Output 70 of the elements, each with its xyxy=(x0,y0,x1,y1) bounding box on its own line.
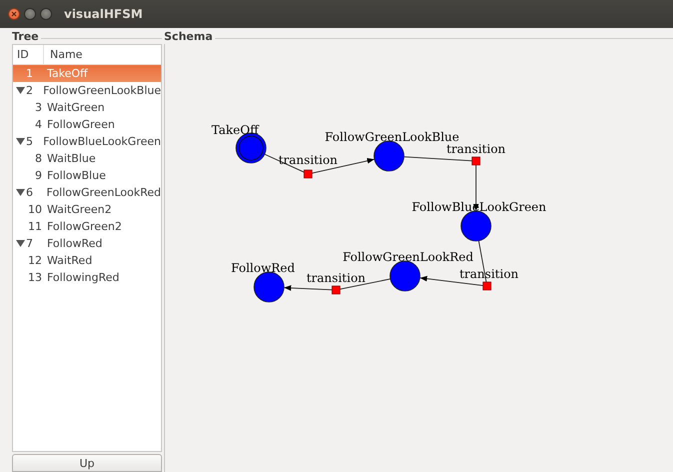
expanded-arrow-icon[interactable] xyxy=(16,138,25,145)
row-id: 11 xyxy=(28,220,42,233)
state-node[interactable] xyxy=(236,132,266,164)
tree-row[interactable]: 13 FollowingRed xyxy=(13,269,161,286)
edge-line xyxy=(404,156,472,162)
state-label: TakeOff xyxy=(212,123,258,137)
transition-node[interactable] xyxy=(332,286,340,294)
row-name: FollowGreen2 xyxy=(46,220,122,233)
row-name: FollowRed xyxy=(46,237,102,250)
state-node[interactable] xyxy=(254,272,284,302)
row-name: WaitGreen xyxy=(46,101,105,114)
close-icon xyxy=(11,11,17,17)
row-id: 3 xyxy=(35,101,42,114)
transition-node[interactable] xyxy=(482,282,492,290)
transition-node[interactable] xyxy=(472,156,480,166)
row-id: 10 xyxy=(28,203,42,216)
maximize-button[interactable] xyxy=(40,8,52,20)
tree-row[interactable]: 7 FollowRed xyxy=(13,235,161,252)
row-id: 2 xyxy=(26,84,33,97)
row-id: 8 xyxy=(35,152,42,165)
tree-row[interactable]: 8 WaitBlue xyxy=(13,150,161,167)
edge-arrow xyxy=(284,285,332,291)
row-id: 4 xyxy=(35,118,42,131)
state-label: FollowGreenLookBlue xyxy=(324,130,460,144)
transition-label: transition xyxy=(446,142,506,156)
tree-row[interactable]: 12 WaitRed xyxy=(13,252,161,269)
tree-row[interactable]: 11 FollowGreen2 xyxy=(13,218,161,235)
row-name: WaitRed xyxy=(46,254,92,267)
state-node[interactable] xyxy=(460,210,492,242)
state-label: FollowRed xyxy=(231,261,295,275)
minimize-button[interactable] xyxy=(24,8,36,20)
group-title: Schema xyxy=(164,30,213,44)
window-title: visualHFSM xyxy=(64,7,143,21)
expanded-arrow-icon[interactable] xyxy=(16,87,25,94)
transition-label: transition xyxy=(306,271,366,285)
row-name: WaitBlue xyxy=(46,152,96,165)
row-name: FollowBlue xyxy=(46,169,106,182)
row-name: FollowGreenLookBlue xyxy=(42,84,161,97)
expanded-arrow-icon[interactable] xyxy=(16,240,25,247)
row-name: FollowGreen xyxy=(46,118,115,131)
row-id: 1 xyxy=(26,67,33,80)
tree-row[interactable]: 10 WaitGreen2 xyxy=(13,201,161,218)
row-name: WaitGreen2 xyxy=(46,203,112,216)
row-id: 13 xyxy=(28,271,42,284)
row-name: FollowGreenLookRed xyxy=(46,186,161,199)
row-name: FollowBlueLookGreen xyxy=(42,135,161,148)
row-id: 9 xyxy=(35,169,42,182)
row-id: 7 xyxy=(26,237,33,250)
up-button[interactable]: Up xyxy=(12,454,162,472)
row-id: 6 xyxy=(26,186,33,199)
tree-row[interactable]: 9 FollowBlue xyxy=(13,167,161,184)
tree-row[interactable]: 2 FollowGreenLookBlue xyxy=(13,82,161,99)
state-node[interactable] xyxy=(374,140,404,172)
tree-row[interactable]: 3 WaitGreen xyxy=(13,99,161,116)
expanded-arrow-icon[interactable] xyxy=(16,189,25,196)
close-button[interactable] xyxy=(8,8,20,20)
tree-row[interactable]: 6 FollowGreenLookRed xyxy=(13,184,161,201)
row-name: TakeOff xyxy=(46,67,88,80)
group-title: Tree xyxy=(12,30,39,44)
tree-row[interactable]: 5 FollowBlueLookGreen xyxy=(13,133,161,150)
column-header[interactable]: Name xyxy=(44,48,82,61)
column-header[interactable]: ID xyxy=(13,45,44,64)
row-id: 12 xyxy=(28,254,42,267)
row-id: 5 xyxy=(26,135,33,148)
state-node[interactable] xyxy=(390,260,420,292)
tree-row[interactable]: 4 FollowGreen xyxy=(13,116,161,133)
transition-label: transition xyxy=(278,153,338,167)
state-label: FollowGreenLookRed xyxy=(342,250,474,264)
row-name: FollowingRed xyxy=(46,271,120,284)
transition-node[interactable] xyxy=(304,170,312,178)
